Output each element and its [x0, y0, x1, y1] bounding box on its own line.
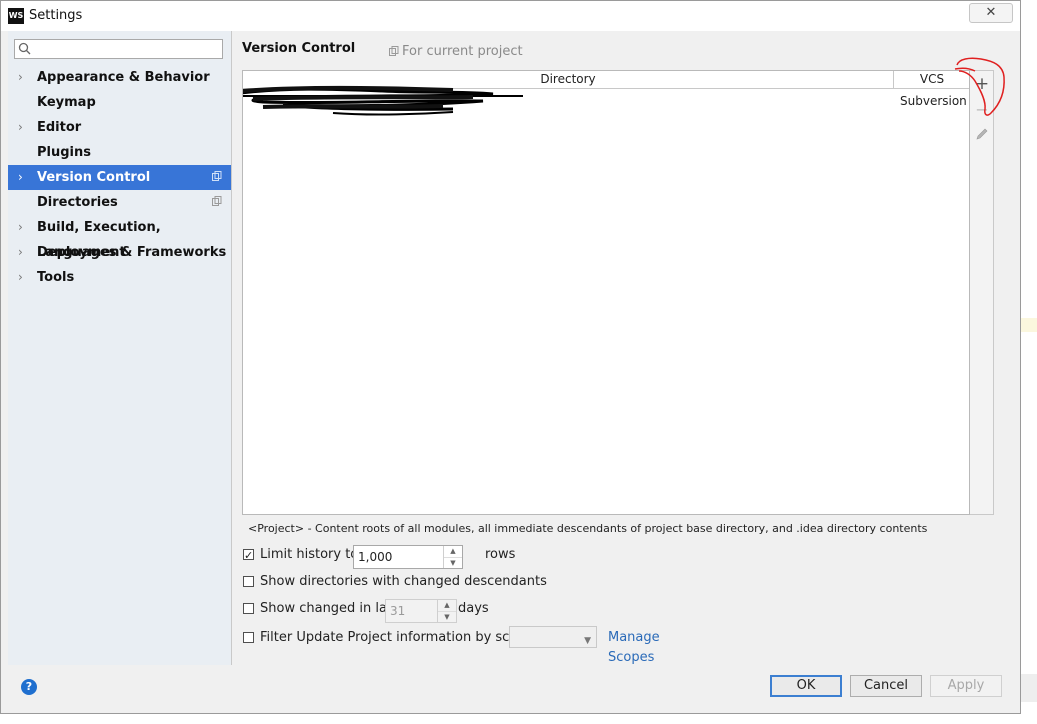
chevron-right-icon: ›: [18, 220, 23, 234]
webstorm-logo-icon: WS: [8, 8, 24, 24]
project-scope-icon: [212, 196, 222, 206]
settings-search-input[interactable]: [14, 39, 223, 59]
project-scope-icon: [389, 46, 399, 56]
scope-label-text: For current project: [402, 44, 523, 59]
vcs-mappings-table[interactable]: Directory VCS Subversion: [242, 70, 970, 515]
show-directories-checkbox[interactable]: [243, 576, 254, 587]
limit-history-label: Limit history to:: [260, 547, 363, 562]
limit-history-checkbox[interactable]: [243, 546, 254, 566]
show-directories-label: Show directories with changed descendant…: [260, 574, 547, 589]
sidebar-item-label: Appearance & Behavior: [37, 70, 210, 85]
help-button[interactable]: ?: [21, 679, 37, 695]
settings-window: WS Settings ✕ › Appearance & Behavior Ke…: [0, 0, 1021, 714]
spinner-buttons[interactable]: ▲ ▼: [437, 600, 456, 622]
sidebar-item-label: Version Control: [37, 170, 151, 185]
sidebar-item-version-control[interactable]: › Version Control: [8, 165, 231, 190]
sidebar-item-editor[interactable]: › Editor: [8, 115, 231, 140]
close-button[interactable]: ✕: [969, 3, 1013, 23]
sidebar-item-label: Directories: [37, 195, 118, 210]
window-title: Settings: [29, 8, 83, 23]
chevron-right-icon: ›: [18, 120, 23, 134]
manage-scopes-link[interactable]: Manage Scopes: [608, 628, 660, 668]
pencil-icon: [976, 128, 988, 140]
sidebar-item-label: Languages & Frameworks: [37, 245, 227, 260]
table-toolbar: + −: [970, 70, 994, 515]
sidebar-item-appearance-behavior[interactable]: › Appearance & Behavior: [8, 65, 231, 90]
chevron-up-icon[interactable]: ▲: [438, 600, 456, 612]
chevron-right-icon: ›: [18, 245, 23, 259]
title-bar: WS Settings ✕: [1, 1, 1020, 31]
sidebar-item-keymap[interactable]: Keymap: [8, 90, 231, 115]
days-suffix: days: [458, 601, 489, 616]
sidebar-item-label: Keymap: [37, 95, 96, 110]
chevron-down-icon[interactable]: ▼: [438, 612, 456, 623]
settings-sidebar: › Appearance & Behavior Keymap › Editor …: [8, 31, 232, 665]
show-changed-label: Show changed in last: [260, 601, 399, 616]
sidebar-item-label: Plugins: [37, 145, 91, 160]
search-icon: [18, 42, 31, 55]
apply-button[interactable]: Apply: [930, 675, 1002, 697]
sidebar-item-label: Tools: [37, 270, 75, 285]
cancel-button[interactable]: Cancel: [850, 675, 922, 697]
history-limit-value: 1,000: [358, 550, 393, 564]
desktop-edge: [1021, 0, 1037, 724]
ok-button[interactable]: OK: [770, 675, 842, 697]
spinner-buttons[interactable]: ▲ ▼: [443, 546, 462, 568]
show-changed-checkbox[interactable]: [243, 603, 254, 614]
project-scope-icon: [212, 171, 222, 181]
sidebar-item-plugins[interactable]: Plugins: [8, 140, 231, 165]
filter-update-checkbox[interactable]: [243, 632, 254, 643]
mapping-description: <Project> - Content roots of all modules…: [248, 522, 928, 535]
sidebar-item-label: Editor: [37, 120, 82, 135]
changed-days-value: 31: [390, 604, 406, 618]
chevron-right-icon: ›: [18, 270, 23, 284]
chevron-right-icon: ›: [18, 170, 23, 184]
chevron-right-icon: ›: [18, 70, 23, 84]
background-highlight: [1021, 318, 1037, 332]
scope-select[interactable]: ▼: [509, 626, 597, 648]
changed-days-stepper[interactable]: 31 ▲ ▼: [385, 599, 457, 623]
rows-suffix: rows: [485, 547, 516, 562]
sidebar-item-build-execution-deployment[interactable]: › Build, Execution, Deployment: [8, 215, 231, 260]
sidebar-item-languages-frameworks[interactable]: › Languages & Frameworks: [8, 240, 231, 265]
chevron-down-icon: ▼: [584, 636, 591, 646]
sidebar-item-directories[interactable]: Directories: [8, 190, 231, 215]
edit-mapping-button[interactable]: [972, 123, 992, 145]
filter-update-label: Filter Update Project information by sco…: [260, 630, 534, 645]
background-panel: [1021, 674, 1037, 702]
redacted-directory-scribble: [243, 85, 523, 116]
sidebar-item-tools[interactable]: › Tools: [8, 265, 231, 290]
history-limit-stepper[interactable]: 1,000 ▲ ▼: [353, 545, 463, 569]
chevron-up-icon[interactable]: ▲: [444, 546, 462, 558]
page-title: Version Control: [242, 41, 356, 56]
scope-label: For current project: [389, 44, 523, 59]
red-annotation-circle: [954, 57, 1005, 116]
chevron-down-icon[interactable]: ▼: [444, 558, 462, 569]
table-row[interactable]: Subversion: [243, 85, 969, 116]
